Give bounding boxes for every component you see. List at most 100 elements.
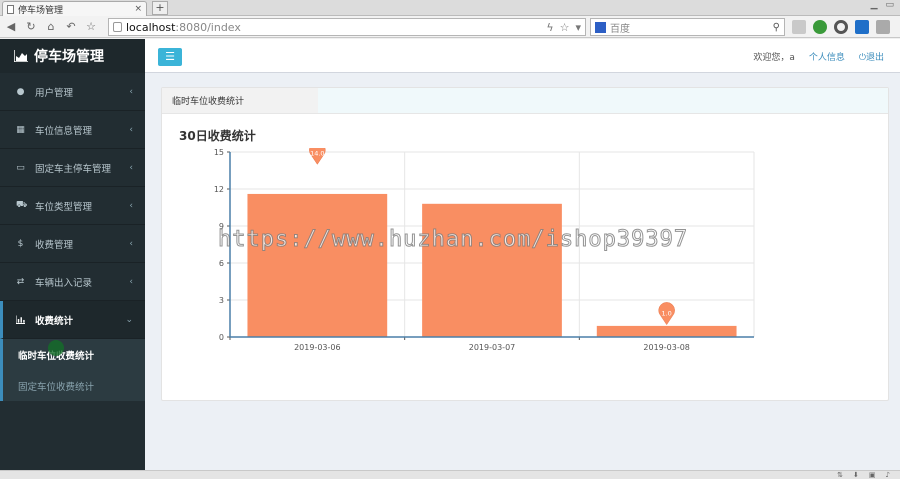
undo-icon[interactable]: ↶ bbox=[64, 20, 78, 34]
card-icon: ▭ bbox=[16, 162, 25, 173]
wrench-icon[interactable] bbox=[876, 20, 890, 34]
mouse-cursor-highlight bbox=[48, 340, 64, 356]
dropdown-icon[interactable]: ▾ bbox=[575, 21, 581, 34]
status-sound: ♪ bbox=[885, 471, 890, 479]
power-icon: ⏻ bbox=[858, 53, 866, 63]
document-icon bbox=[7, 4, 14, 14]
sidebar-item-fees[interactable]: $ 收费管理 ‹ bbox=[0, 225, 145, 263]
sidebar-toggle-button[interactable]: ☰ bbox=[158, 48, 182, 66]
search-engine-icon[interactable] bbox=[595, 21, 606, 33]
submenu-fixed-space-stats[interactable]: 固定车位收费统计 bbox=[3, 370, 145, 401]
search-box[interactable]: 百度 ⚲ bbox=[590, 18, 785, 36]
favorite-icon[interactable]: ☆ bbox=[84, 20, 98, 34]
marker-label: 1.0 bbox=[661, 310, 671, 318]
user-area: 欢迎您，a 个人信息 ⏻退出 bbox=[753, 50, 884, 63]
y-tick-label: 15 bbox=[214, 148, 224, 157]
welcome-text: 欢迎您，a bbox=[753, 53, 795, 63]
browser-tabbar: 停车场管理 × + ▁ ▭ bbox=[0, 0, 900, 16]
close-tab-icon[interactable]: × bbox=[134, 4, 142, 14]
chevron-down-icon: ⌄ bbox=[125, 314, 133, 325]
chevron-left-icon: ‹ bbox=[129, 162, 133, 173]
sidebar-item-space-types[interactable]: ⛟ 车位类型管理 ‹ bbox=[0, 187, 145, 225]
chevron-left-icon: ‹ bbox=[129, 238, 133, 249]
bookmark-star-icon[interactable]: ☆ bbox=[560, 21, 570, 34]
panel-tab[interactable]: 临时车位收费统计 bbox=[162, 88, 318, 113]
search-icon[interactable]: ⚲ bbox=[773, 22, 780, 33]
area-chart-icon bbox=[14, 50, 28, 62]
y-tick-label: 3 bbox=[219, 296, 224, 305]
fee-stats-submenu: 临时车位收费统计 固定车位收费统计 bbox=[0, 339, 145, 401]
sidebar-item-fee-stats[interactable]: 收费统计 ⌄ bbox=[0, 301, 145, 339]
chevron-left-icon: ‹ bbox=[129, 200, 133, 211]
reload-icon[interactable]: ↻ bbox=[24, 20, 38, 34]
search-engine-label: 百度 bbox=[610, 23, 630, 35]
brand-title: 停车场管理 bbox=[34, 49, 104, 65]
sidebar-item-label: 收费管理 bbox=[35, 239, 74, 251]
home-icon[interactable]: ⌂ bbox=[44, 20, 58, 34]
restore-icon[interactable]: ▭ bbox=[885, 0, 894, 10]
bar-chart: 036912152019-03-06 2019-03-07 2019-03-0814… bbox=[214, 148, 755, 352]
browser-address-row: ◀ ↻ ⌂ ↶ ☆ localhost:8080/index ϟ ☆ ▾ 百度 … bbox=[0, 16, 900, 38]
sidebar-item-label: 固定车主停车管理 bbox=[35, 163, 112, 175]
main-content: ☰ 欢迎您，a 个人信息 ⏻退出 临时车位收费统计 30日收费统计 0 3 6 9 12… bbox=[145, 39, 900, 470]
new-tab-button[interactable]: + bbox=[152, 1, 168, 15]
y-tick-label: 6 bbox=[219, 259, 224, 268]
brand[interactable]: 停车场管理 bbox=[0, 39, 145, 73]
car-icon: ⛟ bbox=[16, 200, 28, 210]
x-tick-label: 2019-03-08 bbox=[643, 343, 690, 352]
marker-label: 14.0 bbox=[310, 149, 324, 157]
chevron-left-icon: ‹ bbox=[129, 276, 133, 287]
logout-label: 退出 bbox=[865, 53, 884, 63]
sidebar-item-fixed-owner-parking[interactable]: ▭ 固定车主停车管理 ‹ bbox=[0, 149, 145, 187]
status-download: ⬇ bbox=[853, 471, 859, 479]
y-tick-label: 12 bbox=[214, 185, 224, 194]
extension-icon[interactable] bbox=[792, 20, 806, 34]
watermark: https://www.huzhan.com/ishop39397 bbox=[217, 227, 689, 253]
bar-chart-icon bbox=[16, 315, 25, 324]
sidebar-item-vehicle-records[interactable]: ⇄ 车辆出入记录 ‹ bbox=[0, 263, 145, 301]
sidebar-item-label: 车位信息管理 bbox=[35, 125, 93, 137]
chevron-left-icon: ‹ bbox=[129, 86, 133, 97]
page-info-icon[interactable] bbox=[113, 22, 122, 32]
y-tick-label: 0 bbox=[219, 333, 224, 342]
exchange-icon: ⇄ bbox=[16, 276, 25, 287]
lightning-icon[interactable]: ϟ bbox=[546, 21, 553, 34]
sidebar-item-label: 收费统计 bbox=[35, 315, 74, 327]
circle-icon[interactable] bbox=[834, 20, 848, 34]
bar bbox=[596, 325, 737, 337]
url-path: :8080/index bbox=[175, 20, 241, 34]
x-tick-label: 2019-03-07 bbox=[469, 343, 516, 352]
sidebar-item-users[interactable]: ● 用户管理 ‹ bbox=[0, 73, 145, 111]
bar bbox=[247, 193, 388, 337]
status-speed: ⇅ bbox=[837, 471, 844, 479]
panel-header: 临时车位收费统计 bbox=[162, 88, 888, 114]
top-navbar: ☰ 欢迎您，a 个人信息 ⏻退出 bbox=[145, 39, 900, 73]
submenu-temporary-space-stats[interactable]: 临时车位收费统计 bbox=[3, 339, 145, 370]
browser-toolbar-icons bbox=[792, 20, 890, 34]
app-icon[interactable] bbox=[855, 20, 869, 34]
sidebar-item-label: 车辆出入记录 bbox=[35, 277, 93, 289]
sidebar-item-label: 用户管理 bbox=[35, 87, 74, 99]
url-bar[interactable]: localhost:8080/index ϟ ☆ ▾ bbox=[108, 18, 586, 36]
chevron-left-icon: ‹ bbox=[129, 124, 133, 135]
user-icon: ● bbox=[16, 86, 25, 97]
profile-link[interactable]: 个人信息 bbox=[809, 50, 845, 63]
sidebar: 停车场管理 ● 用户管理 ‹ ▦ 车位信息管理 ‹ ▭ 固定车主停车管理 ‹ ⛟… bbox=[0, 39, 145, 470]
status-zoom: ▣ bbox=[868, 471, 876, 479]
logout-link[interactable]: ⏻退出 bbox=[859, 50, 884, 63]
panel-header-fill bbox=[318, 88, 888, 113]
bar bbox=[422, 203, 562, 337]
browser-tab-title: 停车场管理 bbox=[18, 5, 64, 16]
chart-title: 30日收费统计 bbox=[179, 129, 256, 143]
window-controls: ▁ ▭ bbox=[871, 0, 894, 10]
minimize-icon[interactable]: ▁ bbox=[871, 0, 878, 10]
x-tick-label: 2019-03-06 bbox=[294, 343, 341, 352]
gear-icon[interactable] bbox=[813, 20, 827, 34]
sidebar-item-label: 车位类型管理 bbox=[35, 201, 93, 213]
back-icon[interactable]: ◀ bbox=[4, 20, 18, 34]
sidebar-item-parking-spaces[interactable]: ▦ 车位信息管理 ‹ bbox=[0, 111, 145, 149]
browser-tab[interactable]: 停车场管理 × bbox=[2, 1, 147, 16]
map-icon: ▦ bbox=[16, 124, 25, 135]
url-host: localhost bbox=[126, 20, 176, 34]
browser-statusbar: ⇅ ⬇ ▣ ♪ bbox=[0, 470, 900, 479]
